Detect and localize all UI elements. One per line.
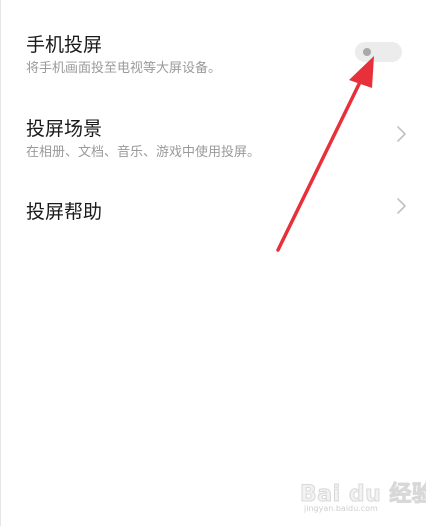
watermark-url: jingyan.baidu.com bbox=[304, 504, 378, 513]
annotation-arrow bbox=[276, 56, 374, 252]
annotation-arrow-head bbox=[349, 56, 374, 88]
watermark: Bai du 经验 jingyan.baidu.com bbox=[299, 474, 426, 514]
annotation-arrow-shaft bbox=[276, 76, 364, 252]
